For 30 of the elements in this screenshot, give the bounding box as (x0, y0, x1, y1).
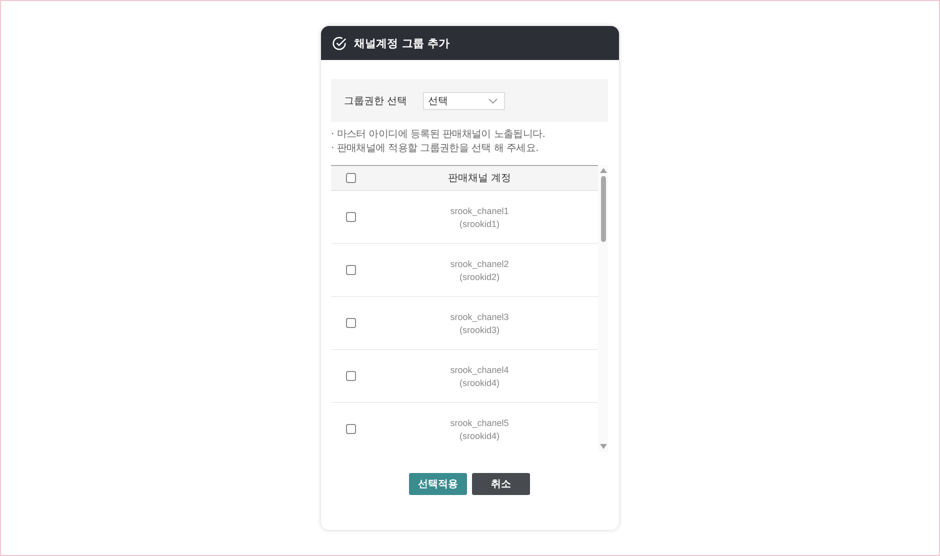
row-checkbox[interactable] (346, 424, 356, 434)
row-checkbox[interactable] (346, 212, 356, 222)
group-select[interactable]: 선택 (423, 92, 506, 110)
channel-name: srook_chanel5 (450, 418, 509, 428)
row-checkbox[interactable] (346, 318, 356, 328)
cancel-button[interactable]: 취소 (472, 473, 530, 495)
channel-name: srook_chanel3 (450, 312, 509, 322)
channel-name: srook_chanel4 (450, 364, 509, 374)
note-text: · 마스터 아이디에 등록된 판매채널이 노출됩니다. (331, 129, 546, 141)
channel-id: (srookid3) (459, 324, 500, 334)
channel-id: (srookid4) (459, 378, 500, 388)
channel-name: srook_chanel1 (450, 206, 509, 216)
column-header: 판매채널 계정 (446, 172, 512, 185)
channel-id: (srookid1) (459, 218, 500, 228)
select-all-checkbox[interactable] (346, 173, 356, 183)
note-text: · 판매채널에 적용할 그룹권한을 선택 해 주세요. (331, 143, 540, 155)
channel-name: srook_chanel2 (450, 258, 509, 268)
row-checkbox[interactable] (346, 265, 356, 275)
chevron-down-icon (488, 98, 498, 104)
channel-id: (srookid2) (459, 272, 500, 282)
channel-id: (srookid4) (459, 430, 500, 440)
check-circle-icon (332, 36, 347, 50)
scroll-down-icon[interactable] (600, 444, 606, 449)
filter-label: 그룹권한 선택 (344, 94, 408, 108)
scroll-up-icon[interactable] (600, 168, 606, 173)
dialog-title: 채널계정 그룹 추가 (354, 36, 450, 50)
apply-button[interactable]: 선택적용 (409, 473, 467, 495)
scrollbar[interactable] (598, 165, 608, 452)
row-checkbox[interactable] (346, 371, 356, 381)
scrollbar-thumb[interactable] (600, 176, 606, 242)
